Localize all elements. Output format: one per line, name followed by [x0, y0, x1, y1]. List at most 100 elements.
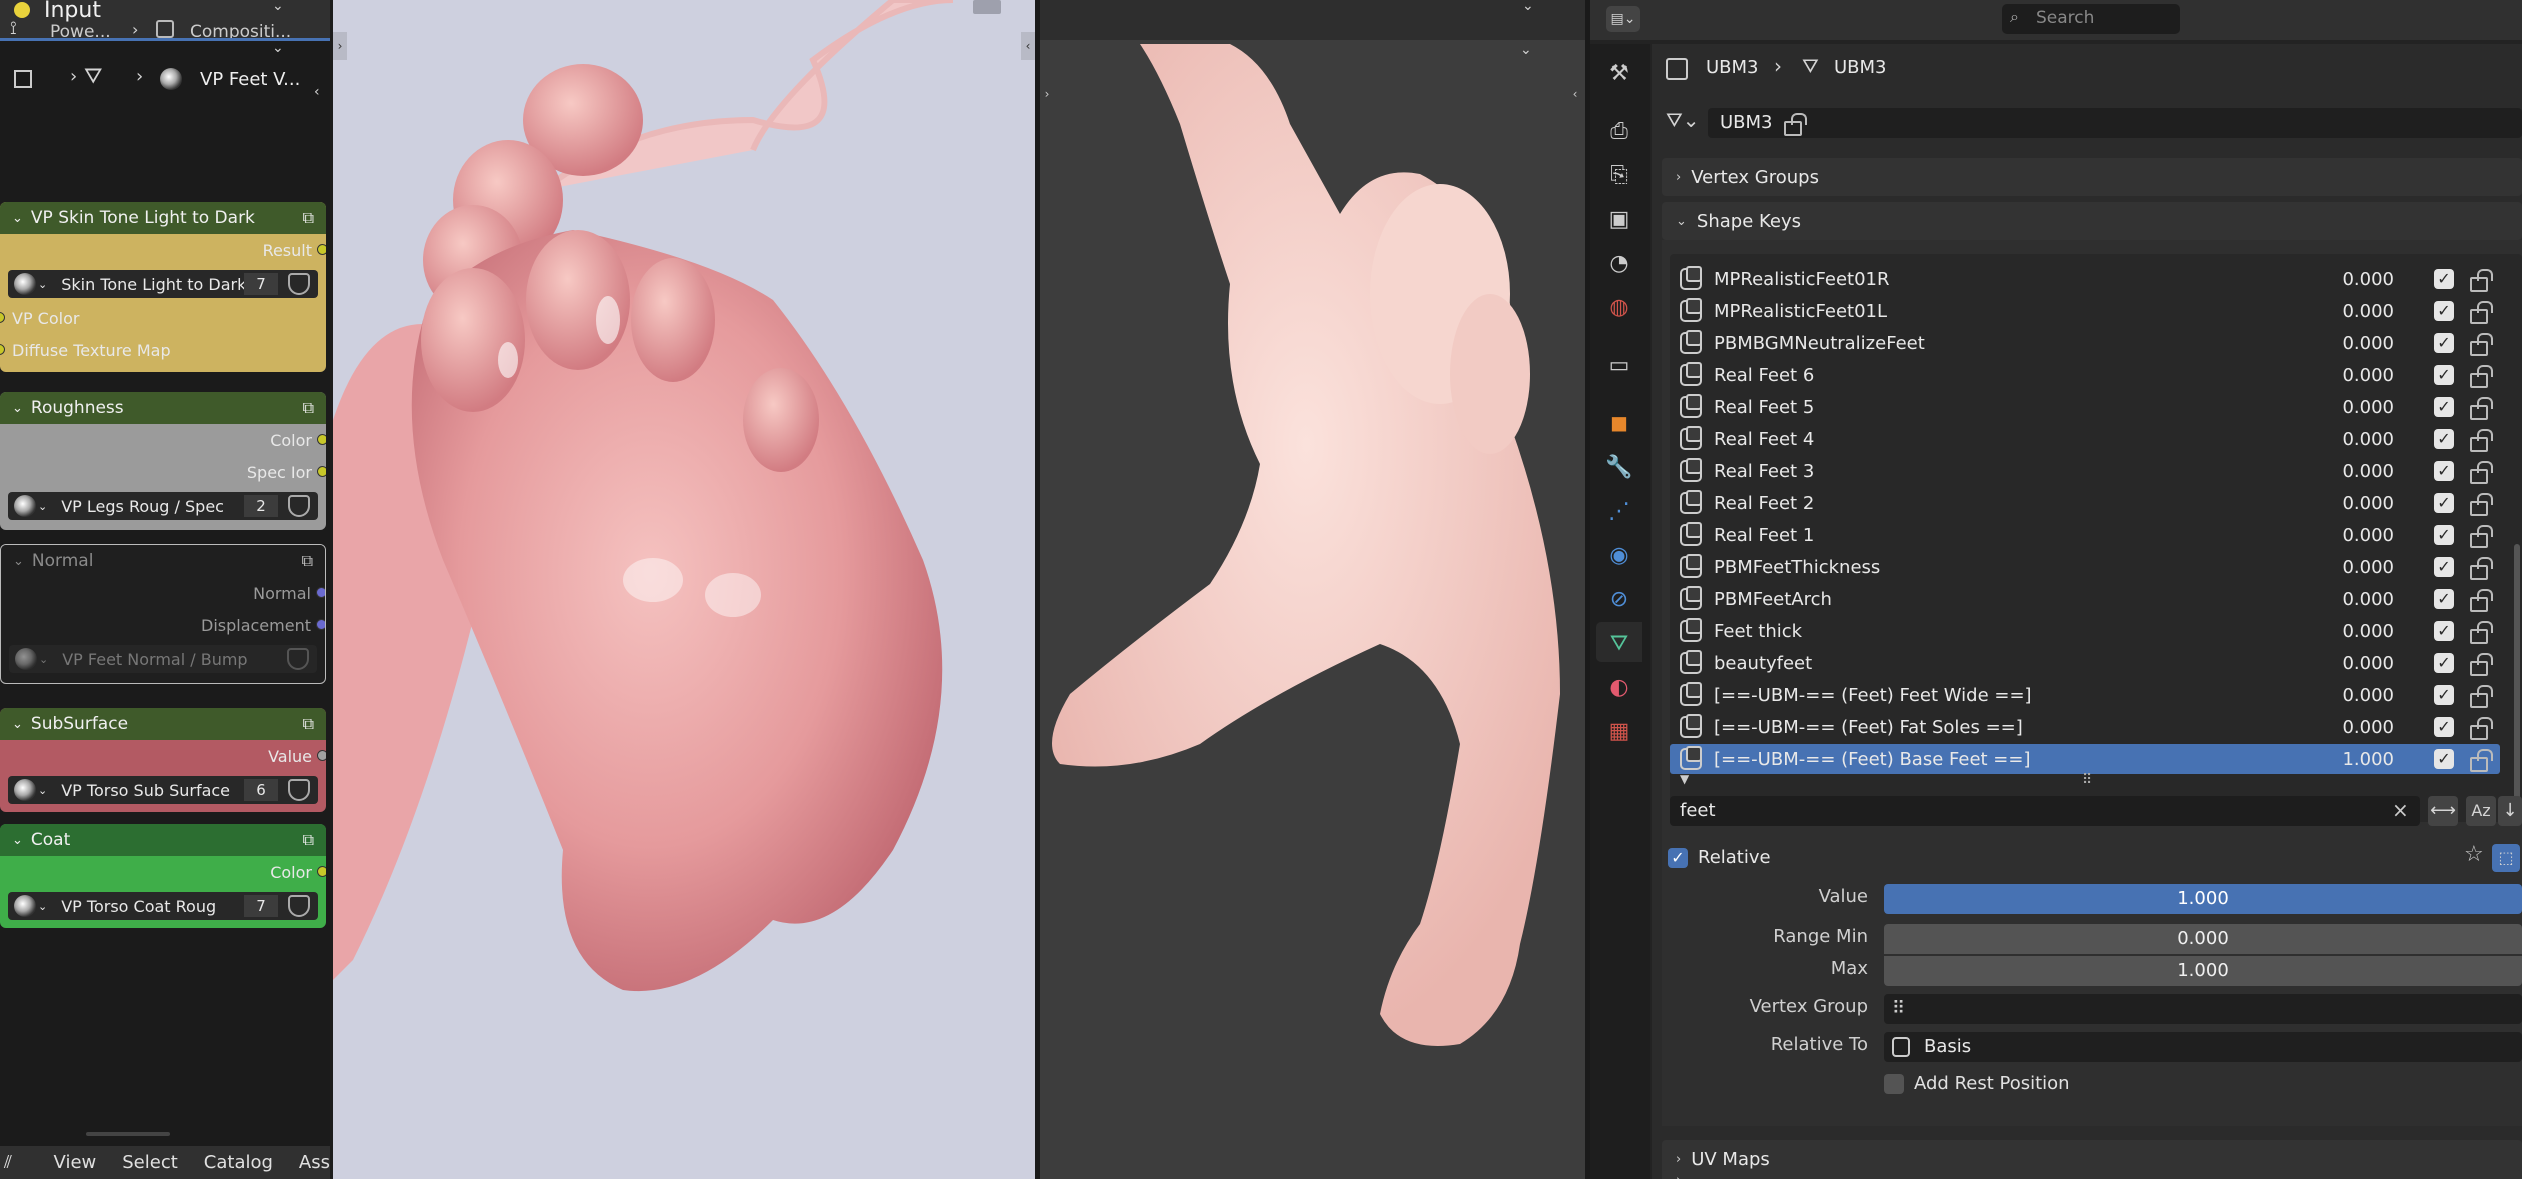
shape-key-row[interactable]: PBMFeetArch 0.000 ✓ [1670, 584, 2500, 614]
fake-user-icon[interactable] [288, 779, 310, 801]
mesh-name[interactable]: UBM3 [1720, 112, 1773, 133]
shape-key-mute-checkbox[interactable]: ✓ [2434, 301, 2454, 321]
node-skin-tone[interactable]: ⌄ VP Skin Tone Light to Dark ⧉ Result ⌄ Ski… [0, 202, 326, 372]
user-count[interactable]: 6 [244, 779, 278, 801]
shape-key-row[interactable]: MPRealisticFeet01R 0.000 ✓ [1670, 264, 2500, 294]
lock-icon[interactable] [2468, 588, 2488, 612]
collapse-icon[interactable]: ⌄ [12, 717, 23, 732]
user-count[interactable]: 7 [244, 273, 278, 295]
mesh-name-field[interactable]: UBM3 [1708, 108, 2522, 138]
fake-user-icon[interactable] [288, 895, 310, 917]
shape-key-mute-checkbox[interactable]: ✓ [2434, 685, 2454, 705]
node-header[interactable]: ⌄ VP Skin Tone Light to Dark ⧉ [0, 202, 326, 234]
sidebar-toggle-icon[interactable]: ‹ [1568, 80, 1582, 108]
output-socket[interactable] [317, 750, 326, 761]
collapse-icon[interactable]: ⌄ [13, 554, 24, 569]
node-header[interactable]: ⌄ Normal ⧉ [1, 545, 325, 577]
filter-toggle-icon[interactable]: ▼ [1680, 772, 1689, 786]
panel-next-cutoff[interactable]: › [1662, 1170, 2522, 1179]
shape-key-value[interactable]: 0.000 [2314, 301, 2394, 322]
lock-icon[interactable] [2468, 364, 2488, 388]
vertex-group-field[interactable]: ⠿ [1884, 994, 2522, 1024]
shape-key-mute-checkbox[interactable]: ✓ [2434, 269, 2454, 289]
chevron-down-icon[interactable]: ⌄ [38, 500, 47, 513]
render-viewport-left[interactable]: › ‹ [333, 0, 1035, 1179]
sidebar-toggle-icon[interactable]: ‹ [1021, 32, 1035, 60]
sort-reverse-icon[interactable]: ↓ [2498, 796, 2522, 826]
lock-icon[interactable] [2468, 268, 2488, 292]
output-socket[interactable] [317, 244, 326, 255]
shape-key-row[interactable]: Real Feet 5 0.000 ✓ [1670, 392, 2500, 422]
filter-input[interactable]: feet × [1670, 796, 2420, 826]
collapse-icon[interactable]: ⌄ [12, 833, 23, 848]
list-resize-handle[interactable]: ⠿ [2082, 772, 2092, 788]
node-header[interactable]: ⌄ SubSurface ⧉ [0, 708, 326, 740]
lock-icon[interactable] [2468, 460, 2488, 484]
shape-key-row[interactable]: Real Feet 1 0.000 ✓ [1670, 520, 2500, 550]
shape-key-value[interactable]: 0.000 [2314, 493, 2394, 514]
node-group-selector[interactable]: ⌄ VP Legs Roug / Spec 2 [8, 492, 318, 520]
shape-key-value[interactable]: 0.000 [2314, 525, 2394, 546]
shape-key-name[interactable]: Real Feet 1 [1714, 525, 2314, 546]
shape-key-name[interactable]: PBMFeetArch [1714, 589, 2314, 610]
shape-key-mute-checkbox[interactable]: ✓ [2434, 365, 2454, 385]
shape-key-name[interactable]: PBMBGMNeutralizeFeet [1714, 333, 2314, 354]
menu-select[interactable]: Select [122, 1152, 178, 1173]
viewport-corner-widget[interactable] [973, 0, 1001, 14]
chevron-down-icon[interactable]: ⌄ [1520, 42, 1532, 58]
node-group-name[interactable]: VP Legs Roug / Spec [61, 497, 224, 516]
shape-key-mute-checkbox[interactable]: ✓ [2434, 461, 2454, 481]
sidebar-toggle-icon[interactable]: › [1040, 80, 1054, 108]
shape-key-row[interactable]: PBMFeetThickness 0.000 ✓ [1670, 552, 2500, 582]
editor-type-icon[interactable]: ▤⌄ [1606, 6, 1640, 32]
chevron-down-icon[interactable]: ⌄ [1522, 0, 1534, 14]
shape-key-name[interactable]: [==-UBM-== (Feet) Fat Soles ==] [1714, 717, 2314, 738]
editor-mode-label[interactable]: Input [44, 0, 101, 23]
sidebar-toggle-icon[interactable]: › [333, 32, 347, 60]
node-group-name[interactable]: VP Torso Coat Roug [61, 897, 216, 916]
world-tab-icon[interactable]: ◍ [1604, 292, 1634, 322]
material-name[interactable]: VP Feet V... [200, 69, 300, 90]
invert-filter-icon[interactable]: ⟷ [2428, 796, 2458, 826]
editor-type-icon[interactable]: ⫽ [4, 1152, 24, 1173]
pin-star-icon[interactable]: ☆ [2464, 842, 2484, 867]
lock-icon[interactable] [2468, 492, 2488, 516]
node-roughness[interactable]: ⌄ Roughness ⧉ Color Spec Ior ⌄ VP Legs Roug… [0, 392, 326, 530]
shape-key-value[interactable]: 0.000 [2314, 269, 2394, 290]
shape-key-row[interactable]: Real Feet 6 0.000 ✓ [1670, 360, 2500, 390]
panel-shape-keys[interactable]: ⌄ Shape Keys [1662, 202, 2522, 240]
mesh-data-tab-icon[interactable]: ⛛ [1604, 628, 1634, 658]
shape-key-value[interactable]: 0.000 [2314, 397, 2394, 418]
collection-tab-icon[interactable]: ▭ [1604, 350, 1634, 380]
shape-key-name[interactable]: Real Feet 6 [1714, 365, 2314, 386]
value-slider[interactable]: 1.000 [1884, 884, 2522, 914]
frame-all-icon[interactable] [14, 70, 32, 88]
chevron-down-icon[interactable]: ⌄ [38, 900, 47, 913]
shape-key-name[interactable]: Real Feet 2 [1714, 493, 2314, 514]
lock-icon[interactable] [2468, 620, 2488, 644]
view-layer-tab-icon[interactable]: ▣ [1604, 204, 1634, 234]
shape-key-row[interactable]: MPRealisticFeet01L 0.000 ✓ [1670, 296, 2500, 326]
tool-tab-icon[interactable]: ⚒ [1604, 58, 1634, 88]
fake-user-icon[interactable] [288, 495, 310, 517]
shape-key-name[interactable]: [==-UBM-== (Feet) Feet Wide ==] [1714, 685, 2314, 706]
shape-key-row[interactable]: Real Feet 2 0.000 ✓ [1670, 488, 2500, 518]
constraints-tab-icon[interactable]: ⊘ [1604, 584, 1634, 614]
node-group-name[interactable]: Skin Tone Light to Dark [61, 275, 246, 294]
sidebar-toggle-icon[interactable]: ‹ [314, 84, 320, 100]
collapse-icon[interactable]: ⌄ [12, 211, 23, 226]
node-normal[interactable]: ⌄ Normal ⧉ Normal Displacement ⌄ VP Feet No… [0, 544, 326, 684]
shape-key-value[interactable]: 0.000 [2314, 717, 2394, 738]
lock-icon[interactable] [2468, 396, 2488, 420]
shape-key-mute-checkbox[interactable]: ✓ [2434, 749, 2454, 769]
shape-key-mute-checkbox[interactable]: ✓ [2434, 429, 2454, 449]
input-socket[interactable] [0, 312, 5, 323]
node-group-selector[interactable]: ⌄ VP Torso Sub Surface 6 [8, 776, 318, 804]
object-tab-icon[interactable]: ◼ [1604, 408, 1634, 438]
shape-key-name[interactable]: MPRealisticFeet01R [1714, 269, 2314, 290]
shape-key-value[interactable]: 0.000 [2314, 461, 2394, 482]
node-group-selector[interactable]: ⌄ Skin Tone Light to Dark 7 [8, 270, 318, 298]
shape-key-row[interactable]: Feet thick 0.000 ✓ [1670, 616, 2500, 646]
filter-text[interactable]: feet [1680, 800, 1716, 821]
lock-icon[interactable] [2468, 332, 2488, 356]
